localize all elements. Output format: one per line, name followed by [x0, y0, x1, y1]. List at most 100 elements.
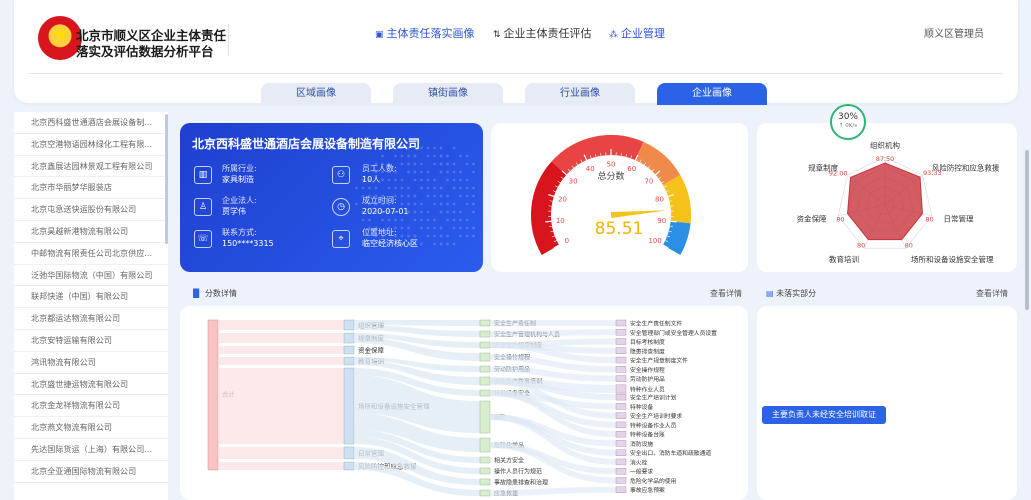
sankey-l3-node [615, 477, 627, 484]
map-dot [446, 234, 449, 238]
sankey-link [218, 368, 344, 444]
map-dot [420, 162, 423, 166]
map-dot [394, 154, 397, 158]
company-list-item[interactable]: 中邮物流有限责任公司北京供应... [14, 243, 168, 265]
page-scrollbar[interactable] [1025, 150, 1029, 310]
score-detail-more-link[interactable]: 查看详情 [710, 288, 742, 299]
org-tree-icon: ⁂ [609, 30, 618, 40]
map-dot [459, 218, 462, 222]
gauge-tick-label: 20 [558, 196, 567, 204]
map-dot [459, 170, 462, 174]
company-list-item[interactable]: 联邦快递（中国）有限公司 [14, 286, 168, 309]
sankey-l3-node [615, 468, 627, 475]
radar-axis-label: 风险防控和应急救援 [932, 163, 1000, 173]
map-dot [433, 242, 436, 246]
nav-enterprise-mgmt-label: 企业管理 [621, 27, 665, 40]
sankey-l1-node [343, 319, 355, 331]
untrained-more-link[interactable]: 查看详情 [976, 288, 1008, 299]
radar-value-label: 80 [905, 242, 913, 250]
company-list-item[interactable]: 北京市华丽梦华服装店 [14, 177, 168, 200]
map-dot [420, 242, 423, 246]
sankey-l3-node [615, 366, 627, 373]
map-dot [368, 186, 371, 190]
tab-enterprise[interactable]: 企业画像 [657, 83, 767, 105]
untrained-title: ▤ 未落实部分 [766, 288, 816, 299]
field-employees-label: 员工人数: [362, 164, 397, 173]
sankey-link [218, 346, 344, 354]
untrained-title-text: 未落实部分 [776, 289, 817, 298]
map-dot [439, 146, 443, 150]
sankey-l2-node [479, 478, 491, 486]
map-dot [439, 226, 443, 230]
sankey-l3-node [615, 458, 627, 466]
map-dot [446, 162, 449, 166]
map-dot [420, 170, 423, 174]
sankey-l3-label: 特种设备作业人员 [630, 421, 677, 429]
sankey-l3-label: 安全生产责任制文件 [630, 320, 682, 328]
tab-industry[interactable]: 行业画像 [525, 83, 635, 105]
company-list-item[interactable]: 北京鑫展达园林景观工程有限公司 [14, 156, 168, 178]
score-gauge: 0 10 20 30 40 50 60 70 80 90 100 总分数 85.51 [531, 135, 691, 255]
sankey-l2-label: 事故隐患排查和治理 [494, 479, 548, 487]
gauge-tick-label: 40 [586, 165, 595, 173]
nav-assessment[interactable]: ⇅ 企业主体责任评估 [493, 25, 592, 41]
map-dot [394, 186, 397, 190]
company-list-item[interactable]: 泛弛华国际物流（中国）有限公司 [14, 265, 168, 287]
map-dot [439, 154, 443, 158]
sankey-l1-node [343, 332, 355, 344]
field-employees-value: 10人 [362, 175, 381, 184]
field-founded-label: 成立时间: [362, 196, 397, 205]
radar-value-label: 80 [836, 216, 844, 224]
map-dot [459, 186, 462, 190]
tab-town[interactable]: 镇街画像 [393, 83, 503, 105]
map-dot [472, 186, 475, 190]
field-address: 位置地址: 临空经济核心区 [362, 227, 418, 249]
map-dot [439, 202, 443, 206]
nav-portrait[interactable]: ▣ 主体责任落实画像 [375, 25, 475, 41]
map-dot [472, 226, 475, 230]
radar-axis-label: 场所和设备设施安全管理 [911, 254, 994, 264]
tab-region[interactable]: 区域画像 [261, 83, 371, 105]
company-list-item[interactable]: 北京全亚通国际物流有限公司 [14, 461, 168, 483]
company-list-item[interactable]: 北京燕文物流有限公司 [14, 417, 168, 439]
location-icon: ⌖ [332, 230, 350, 248]
map-dot [452, 146, 456, 150]
sankey-l3-node [615, 375, 627, 382]
sankey-l3-label: 安全生产培训时要求 [630, 412, 682, 420]
current-user[interactable]: 顺义区管理员 [924, 25, 984, 40]
map-dot [413, 218, 417, 222]
people-icon: ⚇ [332, 166, 350, 184]
field-address-label: 位置地址: [362, 228, 397, 237]
untrained-item-chip[interactable]: 主要负责人未经安全培训取证 [762, 406, 886, 424]
company-list-item[interactable]: 北京空港物语园林绿化工程有限... [14, 134, 168, 156]
sankey-l3-label: 安全生产规章制度文件 [630, 357, 688, 365]
company-list-item[interactable]: 北京昊越新港物流有限公司 [14, 221, 168, 243]
company-list-item[interactable]: 北京安特运输有限公司 [14, 330, 168, 352]
company-list-item[interactable]: 北京屯急送快运股份有限公司 [14, 199, 168, 221]
radar-card: 组织机构 87.50 风险防控和应急救援 93.33 日常管理 80 场所和设备设施安全管理… [757, 123, 1017, 272]
company-list-item[interactable]: 北京西科盛世通酒店会展设备制... [14, 112, 168, 134]
map-dot [446, 154, 449, 158]
map-dot [459, 226, 462, 230]
header-separator [28, 73, 1003, 74]
map-dot [400, 162, 404, 166]
map-dot [420, 178, 423, 182]
map-dot [413, 154, 417, 158]
company-list-item[interactable]: 北京都运达物流有限公司 [14, 308, 168, 330]
company-list-item[interactable]: 鸿讯物流有限公司 [14, 352, 168, 374]
company-list-scrollbar[interactable] [165, 114, 168, 244]
map-dot [433, 218, 436, 222]
company-list-item[interactable]: 北京盛世捷运物流有限公司 [14, 374, 168, 396]
gauge-segment [531, 161, 567, 255]
map-dot [465, 186, 469, 190]
company-list-item[interactable]: 先达国际货运（上海）有限公司... [14, 439, 168, 461]
sankey-l2-node [479, 330, 491, 338]
gauge-tick-label: 30 [569, 177, 578, 185]
nav-enterprise-mgmt[interactable]: ⁂ 企业管理 [609, 25, 665, 41]
company-list-item[interactable]: 北京金龙祥物流有限公司 [14, 395, 168, 418]
sankey-link [218, 320, 344, 330]
sankey-l3-label: 劳动防护用品 [630, 375, 665, 383]
map-dot [407, 162, 410, 166]
map-dot [452, 170, 456, 174]
map-dot [446, 194, 449, 198]
